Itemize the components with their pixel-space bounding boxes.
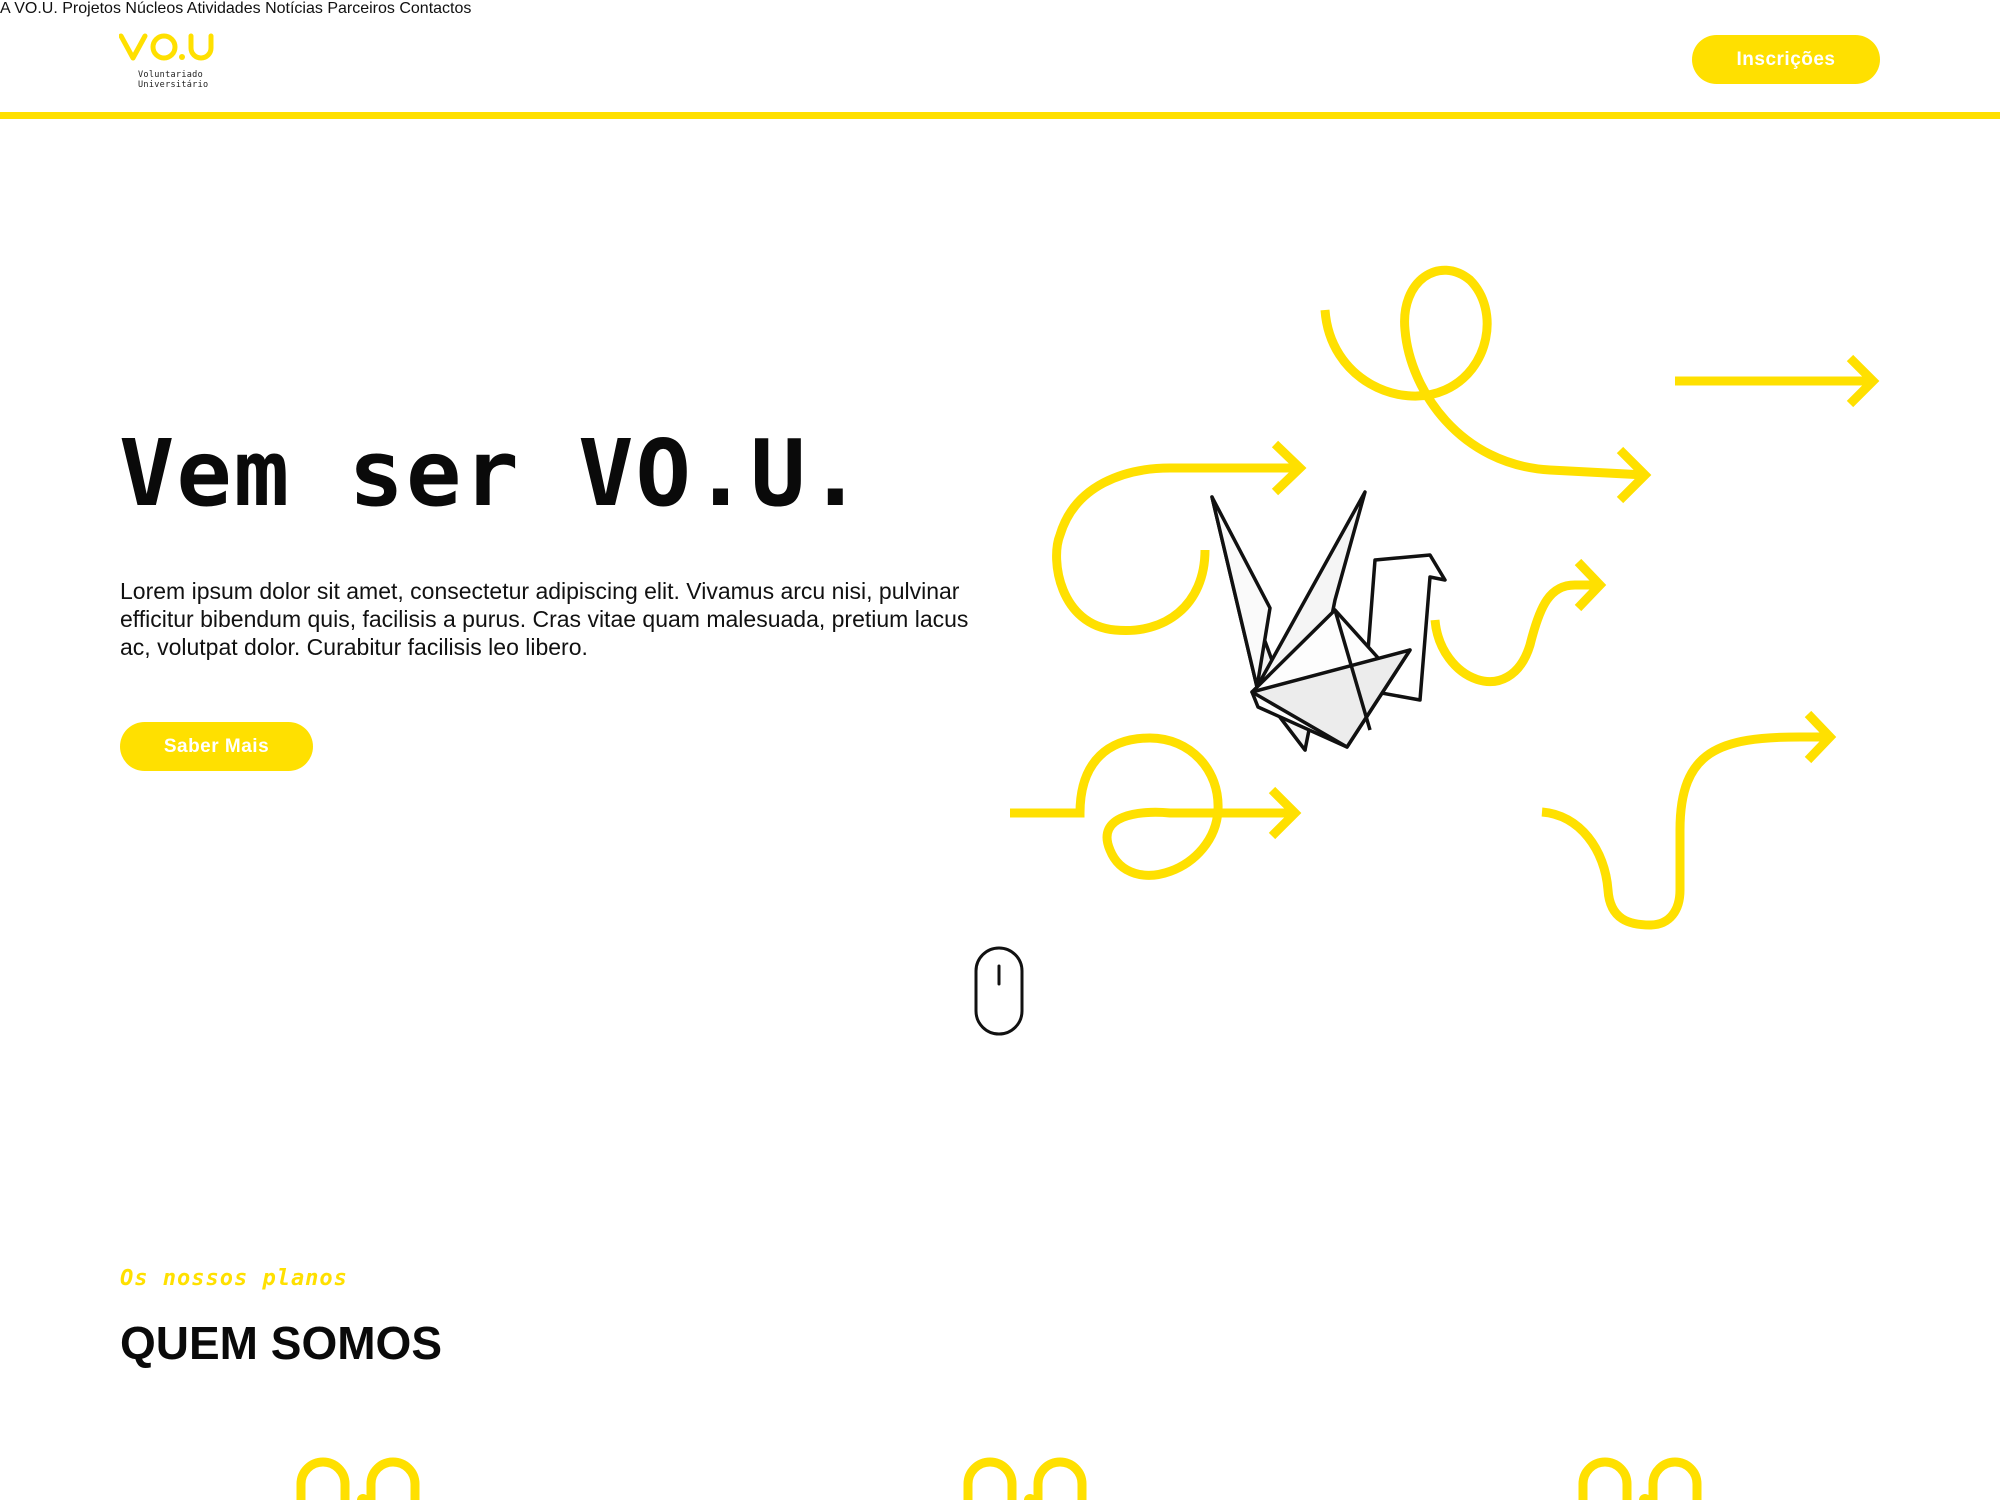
hero-description: Lorem ipsum dolor sit amet, consectetur … [120,578,969,660]
nav-item-a-vou[interactable]: A VO.U. [0,0,58,17]
nav-item-parceiros[interactable]: Parceiros [327,0,395,17]
arrow-icon [1541,732,1830,930]
team-icon [1578,1457,1702,1500]
scroll-mouse-icon[interactable] [974,946,1024,1036]
arrow-icon [1010,733,1295,880]
nav-item-noticias[interactable]: Notícias [265,0,323,17]
arrow-icon [1320,265,1646,480]
nav-item-atividades[interactable]: Atividades [187,0,261,17]
nav-item-projetos[interactable]: Projetos [62,0,121,17]
section-title: QUEM SOMOS [120,1317,443,1369]
main-nav: A VO.U. Projetos Núcleos Atividades Notí… [0,0,2000,18]
saber-mais-button[interactable]: Saber Mais [120,722,313,771]
origami-crane [1210,490,1447,752]
arrow-icon [1430,580,1600,687]
site-header: Voluntariado Universitário A VO.U. Proje… [0,0,2000,113]
logo-subtitle: Voluntariado Universitário [138,70,209,90]
nav-item-contactos[interactable]: Contactos [399,0,471,17]
nav-item-nucleos[interactable]: Núcleos [125,0,183,17]
section-kicker: Os nossos planos [120,1266,348,1291]
team-icon [963,1457,1087,1500]
hero-title: Vem ser VO.U. [119,420,866,527]
origami-crane-illustration [1010,265,1880,930]
inscricoes-button[interactable]: Inscrições [1692,35,1880,84]
header-divider [0,112,2000,119]
team-icon [296,1457,420,1500]
